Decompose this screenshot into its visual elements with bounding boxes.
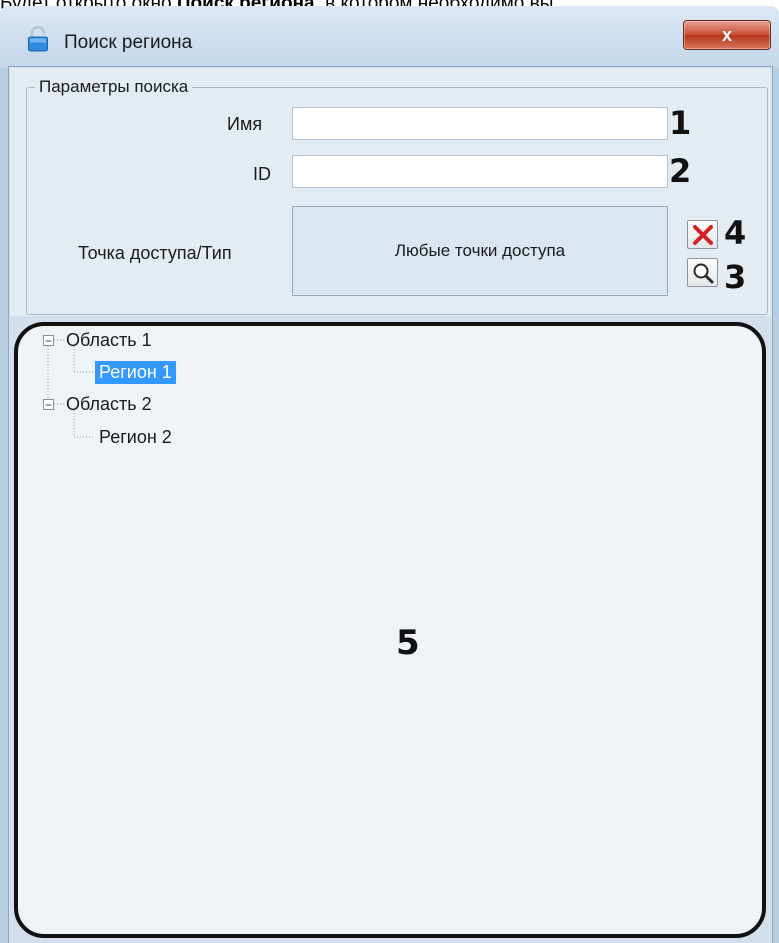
id-label: ID	[253, 164, 271, 184]
expander-oblast-1[interactable]: −	[43, 335, 54, 347]
titlebar: Поиск региона x	[0, 6, 779, 68]
magnifier-icon	[693, 263, 713, 283]
access-point-selector[interactable]: Любые точки доступа	[292, 206, 668, 296]
region-tree[interactable]: − Область 1 Регион 1 − Область 2 Регион …	[14, 322, 766, 938]
search-region-window: Поиск региона x Параметры поиска Имя 1 I…	[0, 6, 779, 943]
callout-2: 2	[669, 152, 692, 190]
access-point-label: Точка доступа/Тип	[78, 243, 232, 263]
search-params-title: Параметры поиска	[35, 77, 193, 97]
close-button[interactable]: x	[683, 20, 771, 50]
tree-item-oblast-1[interactable]: Область 1	[66, 330, 152, 351]
search-panel: Параметры поиска Имя 1 ID 2 Точка доступ…	[10, 68, 771, 316]
callout-4: 4	[724, 214, 747, 252]
name-label: Имя	[227, 114, 263, 134]
window-client-area: Параметры поиска Имя 1 ID 2 Точка доступ…	[8, 66, 773, 943]
page: Будет открыто окно Поиск региона, в кото…	[0, 0, 779, 943]
access-point-value: Любые точки доступа	[394, 241, 566, 260]
red-x-icon	[692, 224, 713, 245]
lock-icon	[28, 26, 48, 52]
tree-item-oblast-2[interactable]: Область 2	[66, 394, 152, 415]
tree-item-region-2[interactable]: Регион 2	[99, 427, 172, 448]
window-title: Поиск региона	[64, 32, 193, 53]
select-access-point-button[interactable]	[687, 258, 718, 287]
callout-5: 5	[396, 623, 420, 663]
id-input[interactable]	[292, 155, 668, 188]
callout-1: 1	[669, 104, 692, 142]
tree-connectors	[47, 339, 94, 438]
close-icon: x	[721, 24, 732, 45]
expander-oblast-2[interactable]: −	[43, 399, 54, 411]
clear-access-point-button[interactable]	[687, 220, 718, 249]
tree-item-region-1[interactable]: Регион 1	[95, 361, 176, 384]
name-input[interactable]	[292, 107, 668, 140]
callout-3: 3	[724, 258, 747, 296]
